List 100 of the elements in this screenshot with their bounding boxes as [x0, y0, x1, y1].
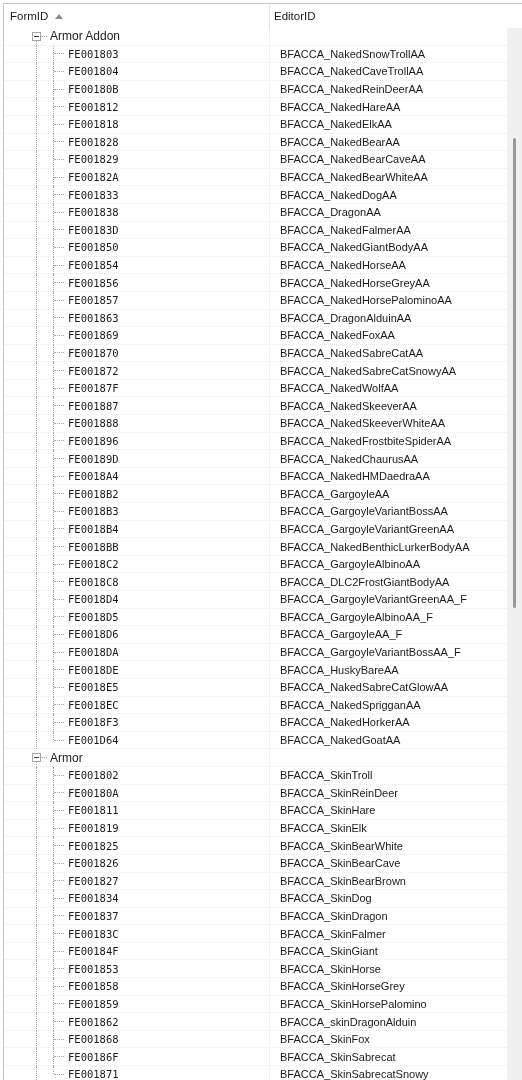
form-id-cell[interactable]: FE0018C8 [68, 575, 119, 588]
form-id-cell[interactable]: FE001871 [68, 1068, 119, 1080]
form-id-cell[interactable]: FE001863 [68, 311, 119, 324]
tree-node-label[interactable]: Armor Addon [50, 29, 121, 44]
editor-id-cell[interactable]: BFACCA_SkinFox [280, 1033, 370, 1046]
editor-id-cell[interactable]: BFACCA_NakedBearAA [280, 135, 400, 148]
form-id-cell[interactable]: FE00189D [68, 452, 119, 465]
form-id-cell[interactable]: FE001838 [68, 206, 119, 219]
editor-id-cell[interactable]: BFACCA_NakedGoatAA [280, 734, 401, 747]
form-id-cell[interactable]: FE001804 [68, 65, 119, 78]
form-id-cell[interactable]: FE0018A4 [68, 470, 119, 483]
editor-id-cell[interactable]: BFACCA_NakedCaveTrollAA [280, 65, 424, 78]
form-id-cell[interactable]: FE001868 [68, 1033, 119, 1046]
editor-id-cell[interactable]: BFACCA_NakedHareAA [280, 100, 401, 113]
editor-id-cell[interactable]: BFACCA_NakedSabreCatAA [280, 347, 424, 359]
form-id-cell[interactable]: FE0018DA [68, 646, 119, 659]
editor-id-cell[interactable]: BFACCA_NakedReinDeerAA [280, 83, 424, 96]
editor-id-cell[interactable]: BFACCA_NakedWolfAA [280, 382, 399, 395]
editor-id-cell[interactable]: BFACCA_SkinDog [280, 892, 372, 905]
form-id-cell[interactable]: FE001811 [68, 804, 119, 817]
editor-id-cell[interactable]: BFACCA_GargoyleVariantBossAA [280, 505, 448, 518]
editor-id-cell[interactable]: BFACCA_NakedBearWhiteAA [280, 171, 428, 184]
editor-id-cell[interactable]: BFACCA_NakedFrostbiteSpiderAA [280, 434, 452, 447]
editor-id-cell[interactable]: BFACCA_NakedBearCaveAA [280, 153, 426, 166]
form-id-cell[interactable]: FE001802 [68, 769, 119, 782]
form-id-cell[interactable]: FE001859 [68, 997, 119, 1010]
form-id-cell[interactable]: FE00180A [68, 786, 119, 799]
editor-id-cell[interactable]: BFACCA_SkinElk [280, 822, 367, 834]
form-id-cell[interactable]: FE00183D [68, 223, 119, 236]
form-id-cell[interactable]: FE001869 [68, 329, 119, 342]
form-id-cell[interactable]: FE001833 [68, 188, 119, 201]
editor-id-cell[interactable]: BFACCA_NakedHorseGreyAA [280, 276, 430, 289]
editor-id-cell[interactable]: BFACCA_SkinHorsePalomino [280, 997, 427, 1010]
form-id-cell[interactable]: FE001872 [68, 364, 119, 377]
form-id-cell[interactable]: FE0018B2 [68, 487, 119, 500]
editor-id-cell[interactable]: BFACCA_DragonAA [280, 206, 381, 219]
editor-id-cell[interactable]: BFACCA_NakedSkeeverAA [280, 399, 417, 412]
editor-id-cell[interactable]: BFACCA_NakedHorseAA [280, 259, 406, 271]
editor-id-cell[interactable]: BFACCA_NakedHorsePalominoAA [280, 294, 452, 307]
form-id-cell[interactable]: FE00180B [68, 83, 119, 96]
form-id-cell[interactable]: FE00187F [68, 382, 119, 395]
form-id-cell[interactable]: FE001888 [68, 417, 119, 430]
editor-id-cell[interactable]: BFACCA_SkinReinDeer [280, 786, 398, 799]
form-id-cell[interactable]: FE0018E5 [68, 681, 119, 694]
editor-id-cell[interactable]: BFACCA_SkinHorseGrey [280, 980, 405, 993]
editor-id-cell[interactable]: BFACCA_GargoyleAlbinoAA_F [280, 610, 433, 623]
form-id-cell[interactable]: FE001870 [68, 347, 119, 359]
form-id-cell[interactable]: FE001857 [68, 294, 119, 307]
editor-id-cell[interactable]: BFACCA_NakedSnowTrollAA [280, 47, 426, 60]
editor-id-cell[interactable]: BFACCA_GargoyleVariantGreenAA [280, 522, 455, 535]
form-id-cell[interactable]: FE001818 [68, 118, 119, 131]
editor-id-cell[interactable]: BFACCA_HuskyBareAA [280, 663, 399, 676]
form-id-cell[interactable]: FE001837 [68, 910, 119, 922]
editor-id-cell[interactable]: BFACCA_NakedSabreCatGlowAA [280, 681, 449, 694]
editor-id-cell[interactable]: BFACCA_SkinBearCave [280, 857, 401, 870]
editor-id-cell[interactable]: BFACCA_SkinDragon [280, 910, 388, 922]
scrollbar[interactable] [507, 28, 522, 1080]
editor-id-cell[interactable]: BFACCA_NakedDogAA [280, 188, 397, 201]
editor-id-cell[interactable]: BFACCA_GargoyleVariantBossAA_F [280, 646, 461, 659]
form-id-cell[interactable]: FE001853 [68, 962, 119, 975]
form-id-cell[interactable]: FE0018D5 [68, 610, 119, 623]
form-id-cell[interactable]: FE001828 [68, 135, 119, 148]
form-id-cell[interactable]: FE001896 [68, 434, 119, 447]
form-id-cell[interactable]: FE001826 [68, 857, 119, 870]
editor-id-cell[interactable]: BFACCA_SkinHare [280, 804, 376, 817]
form-id-cell[interactable]: FE0018F3 [68, 716, 119, 729]
editor-id-cell[interactable]: BFACCA_GargoyleAA [280, 487, 390, 500]
form-id-cell[interactable]: FE00186F [68, 1050, 119, 1063]
editor-id-cell[interactable]: BFACCA_NakedGiantBodyAA [280, 241, 428, 254]
editor-id-cell[interactable]: BFACCA_NakedBenthicLurkerBodyAA [280, 540, 470, 553]
editor-id-cell[interactable]: BFACCA_skinDragonAlduin [280, 1015, 417, 1028]
form-id-cell[interactable]: FE001834 [68, 892, 119, 905]
collapse-icon[interactable] [32, 753, 41, 763]
form-id-cell[interactable]: FE001D64 [68, 734, 119, 747]
form-id-cell[interactable]: FE0018EC [68, 698, 119, 711]
editor-id-cell[interactable]: BFACCA_SkinBearBrown [280, 874, 406, 887]
editor-id-cell[interactable]: BFACCA_NakedHMDaedraAA [280, 470, 430, 483]
form-id-cell[interactable]: FE0018DE [68, 663, 119, 676]
editor-id-cell[interactable]: BFACCA_NakedSprigganAA [280, 698, 421, 711]
form-id-cell[interactable]: FE00183C [68, 927, 119, 940]
form-id-cell[interactable]: FE001854 [68, 259, 119, 271]
form-id-cell[interactable]: FE001856 [68, 276, 119, 289]
form-id-cell[interactable]: FE001827 [68, 874, 119, 887]
editor-id-cell[interactable]: BFACCA_DragonAlduinAA [280, 311, 412, 324]
editor-id-cell[interactable]: BFACCA_GargoyleVariantGreenAA_F [280, 593, 467, 606]
editor-id-cell[interactable]: BFACCA_NakedHorkerAA [280, 716, 410, 729]
form-id-cell[interactable]: FE001825 [68, 839, 119, 852]
editor-id-cell[interactable]: BFACCA_SkinTroll [280, 769, 373, 782]
tree-node-label[interactable]: Armor [50, 750, 83, 765]
editor-id-cell[interactable]: BFACCA_NakedFalmerAA [280, 223, 411, 236]
form-id-cell[interactable]: FE0018BB [68, 540, 119, 553]
collapse-icon[interactable] [32, 31, 41, 41]
editor-id-cell[interactable]: BFACCA_GargoyleAlbinoAA [280, 558, 420, 571]
form-id-cell[interactable]: FE001812 [68, 100, 119, 113]
form-id-cell[interactable]: FE001819 [68, 822, 119, 834]
form-id-cell[interactable]: FE0018C2 [68, 558, 119, 571]
form-id-cell[interactable]: FE0018D6 [68, 628, 119, 641]
editor-id-cell[interactable]: BFACCA_NakedElkAA [280, 118, 392, 131]
editor-id-cell[interactable]: BFACCA_DLC2FrostGiantBodyAA [280, 575, 450, 588]
editor-id-cell[interactable]: BFACCA_NakedChaurusAA [280, 452, 419, 465]
